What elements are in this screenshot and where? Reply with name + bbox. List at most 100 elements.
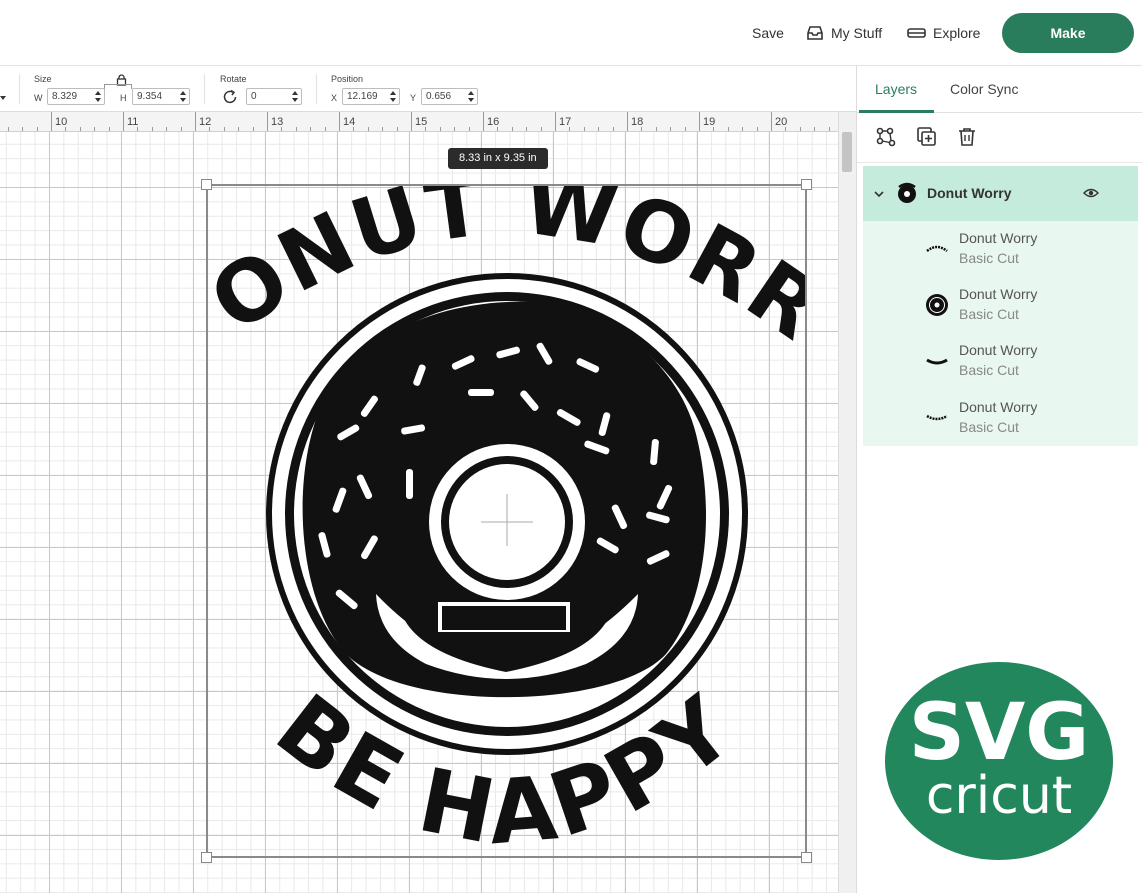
- be-happy-thumb-icon: [925, 406, 949, 430]
- group-icon[interactable]: [874, 125, 898, 149]
- duplicate-icon[interactable]: [915, 125, 939, 149]
- ruler-tick: [526, 127, 528, 131]
- height-letter: H: [120, 93, 127, 103]
- ruler-tick: [267, 112, 268, 131]
- ruler-tick: [699, 112, 700, 131]
- my-stuff-label: My Stuff: [831, 25, 883, 41]
- ruler-number: 19: [703, 116, 716, 128]
- ruler-tick: [382, 127, 384, 131]
- y-stepper-icon[interactable]: [468, 91, 475, 102]
- ruler-tick: [166, 127, 168, 131]
- lock-bracket: [104, 84, 132, 89]
- ruler-tick: [540, 127, 542, 131]
- rotate-label: Rotate: [220, 74, 247, 84]
- explore-label: Explore: [933, 25, 981, 41]
- x-position-input[interactable]: 12.169: [342, 88, 400, 105]
- ruler-tick: [367, 127, 369, 131]
- toolbar-divider: [204, 74, 205, 104]
- tab-layers[interactable]: Layers: [875, 81, 917, 97]
- ruler-tick: [195, 112, 196, 131]
- arc-text-thumb-icon: [925, 237, 949, 261]
- ruler-tick: [627, 112, 628, 131]
- ruler-tick: [454, 127, 456, 131]
- ruler-number: 14: [343, 116, 356, 128]
- make-button[interactable]: Make: [1002, 13, 1134, 53]
- width-value: 8.329: [52, 91, 78, 102]
- ruler-tick: [468, 127, 470, 131]
- resize-handle[interactable]: [801, 179, 812, 190]
- ruler-number: 11: [127, 116, 139, 128]
- ruler-tick: [51, 112, 52, 131]
- ruler-tick: [814, 127, 816, 131]
- save-label: Save: [752, 25, 784, 41]
- width-input[interactable]: 8.329: [47, 88, 105, 105]
- delete-icon[interactable]: [955, 125, 979, 149]
- layer-item[interactable]: Donut Worry Basic Cut: [863, 333, 1138, 389]
- rotate-stepper-icon[interactable]: [292, 91, 299, 102]
- ruler-tick: [151, 127, 153, 131]
- ruler-tick: [439, 127, 441, 131]
- ruler-tick: [684, 127, 686, 131]
- badge-line-1: SVG: [909, 688, 1090, 778]
- save-button[interactable]: Save: [752, 23, 784, 43]
- chevron-down-icon[interactable]: [873, 187, 885, 205]
- x-stepper-icon[interactable]: [390, 91, 397, 102]
- layer-item[interactable]: Donut Worry Basic Cut: [863, 390, 1138, 446]
- resize-handle[interactable]: [201, 852, 212, 863]
- eye-icon[interactable]: [1083, 186, 1099, 205]
- ruler-tick: [238, 127, 240, 131]
- rotate-icon[interactable]: [221, 88, 239, 111]
- layer-tools: [857, 113, 1142, 163]
- layer-operation: Basic Cut: [959, 362, 1019, 378]
- scrollbar-thumb[interactable]: [842, 132, 852, 172]
- ruler-tick: [295, 127, 297, 131]
- y-position-input[interactable]: 0.656: [421, 88, 478, 105]
- explore-button[interactable]: Explore: [907, 23, 980, 43]
- height-value: 9.354: [137, 91, 163, 102]
- layer-operation: Basic Cut: [959, 306, 1019, 322]
- group-name: Donut Worry: [927, 185, 1012, 201]
- inbox-icon: [806, 25, 824, 41]
- ruler-number: 18: [631, 116, 644, 128]
- ruler-tick: [799, 127, 801, 131]
- ruler-tick: [22, 127, 24, 131]
- layer-item[interactable]: Donut Worry Basic Cut: [863, 221, 1138, 277]
- layer-item[interactable]: Donut Worry Basic Cut: [863, 277, 1138, 333]
- dimension-tooltip: 8.33 in x 9.35 in: [448, 148, 548, 169]
- vertical-scrollbar[interactable]: [838, 112, 856, 893]
- make-label: Make: [1050, 25, 1086, 41]
- height-input[interactable]: 9.354: [132, 88, 190, 105]
- layer-group-row[interactable]: Donut Worry: [863, 166, 1138, 221]
- ruler-tick: [555, 112, 556, 131]
- resize-handle[interactable]: [201, 179, 212, 190]
- ruler-tick: [670, 127, 672, 131]
- layer-name: Donut Worry: [959, 342, 1038, 358]
- layer-list: Donut Worry Basic Cut Donut Worry Basic …: [863, 221, 1138, 446]
- ruler-number: 16: [487, 116, 500, 128]
- ruler-tick: [396, 127, 398, 131]
- toolbar-divider: [316, 74, 317, 104]
- group-thumbnail-icon: [895, 181, 919, 210]
- resize-handle[interactable]: [801, 852, 812, 863]
- layer-operation: Basic Cut: [959, 250, 1019, 266]
- selection-box[interactable]: [206, 184, 807, 858]
- horizontal-ruler: 10 11 12 13 14 15 16 17 18 19 20: [0, 112, 838, 132]
- ruler-tick: [742, 127, 744, 131]
- ruler-number: 13: [271, 116, 284, 128]
- my-stuff-button[interactable]: My Stuff: [806, 23, 882, 43]
- width-stepper-icon[interactable]: [95, 91, 102, 102]
- rotate-value: 0: [251, 91, 257, 102]
- layer-name: Donut Worry: [959, 230, 1038, 246]
- ruler-tick: [36, 127, 38, 131]
- ruler-tick: [756, 127, 758, 131]
- ruler-tick: [252, 127, 254, 131]
- height-stepper-icon[interactable]: [180, 91, 187, 102]
- dropdown-caret-icon[interactable]: [0, 96, 6, 100]
- edit-toolbar: Size W 8.329 H 9.354 Rotate 0 Position X…: [0, 66, 856, 112]
- ruler-tick: [598, 127, 600, 131]
- ruler-number: 12: [199, 116, 212, 128]
- badge-line-2: cricut: [926, 766, 1072, 826]
- machine-icon: [907, 26, 926, 40]
- tab-color-sync[interactable]: Color Sync: [950, 81, 1018, 97]
- rotate-input[interactable]: 0: [246, 88, 302, 105]
